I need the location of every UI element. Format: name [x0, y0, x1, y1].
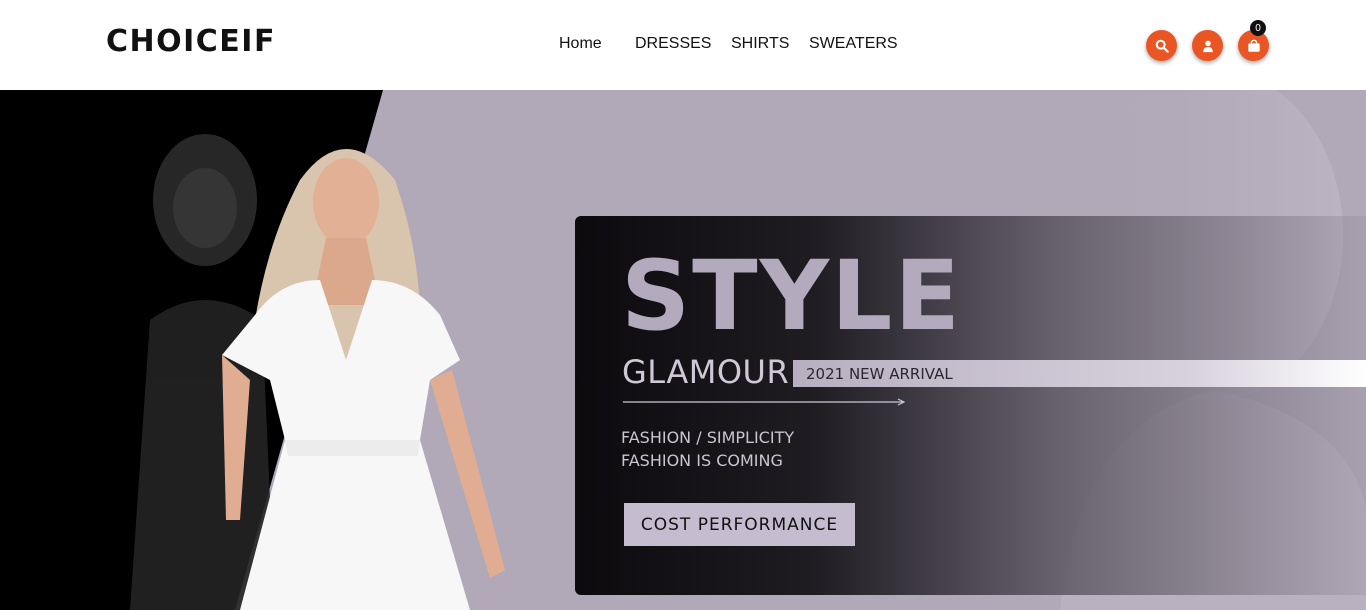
arrow-right-icon [623, 398, 905, 406]
hero-tagline-line-1: FASHION / SIMPLICITY [621, 428, 795, 447]
site-header: CHOICEIF Home DRESSES SHIRTS SWEATERS 0 [0, 0, 1366, 90]
nav-shirts-link[interactable]: SHIRTS [731, 35, 789, 53]
nav-sweaters-link[interactable]: SWEATERS [809, 35, 898, 53]
nav-dresses-link[interactable]: DRESSES [635, 35, 711, 53]
shopping-bag-icon [1247, 39, 1260, 52]
hero-tagline: FASHION / SIMPLICITY FASHION IS COMING [621, 426, 794, 472]
hero-banner[interactable]: STYLE GLAMOUR 2021 NEW ARRIVAL FASHION /… [0, 90, 1366, 610]
search-icon [1155, 39, 1169, 53]
account-button[interactable] [1192, 30, 1223, 61]
new-arrival-badge: 2021 NEW ARRIVAL [806, 365, 953, 383]
search-button[interactable] [1146, 30, 1177, 61]
user-icon [1202, 40, 1213, 52]
hero-subheadline: GLAMOUR [622, 353, 790, 391]
site-logo[interactable]: CHOICEIF [106, 24, 276, 59]
nav-home-link[interactable]: Home [559, 35, 602, 53]
cost-performance-button[interactable]: COST PERFORMANCE [624, 503, 855, 546]
hero-tagline-line-2: FASHION IS COMING [621, 451, 783, 470]
hero-headline: STYLE [621, 240, 962, 352]
cart-count-badge: 0 [1250, 20, 1266, 36]
